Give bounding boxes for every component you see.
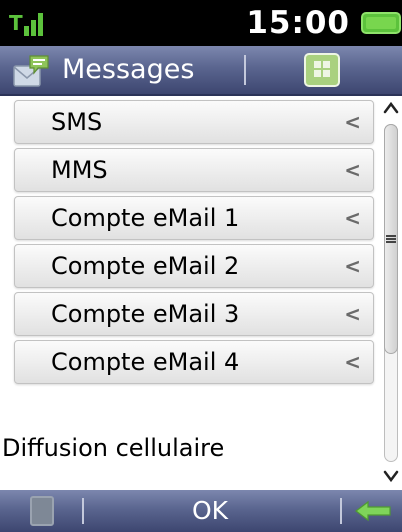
list-item-email-4[interactable]: Compte eMail 4 < [14, 340, 374, 384]
signal-strength-icon: T [9, 11, 43, 36]
list-item-label: MMS [51, 156, 108, 184]
chevron-left-icon: < [344, 254, 361, 278]
scroll-up-arrow-icon[interactable] [382, 96, 400, 120]
messages-app-icon [13, 55, 49, 87]
title-divider [244, 55, 246, 85]
list-item-label: Compte eMail 1 [51, 204, 240, 232]
list-item-label: SMS [51, 108, 103, 136]
grid-menu-glyph [314, 61, 330, 77]
grid-menu-icon[interactable] [304, 53, 340, 87]
ok-button[interactable]: OK [170, 490, 250, 532]
softkey-divider-left [82, 498, 84, 524]
chevron-left-icon: < [344, 158, 361, 182]
softkey-divider-right [340, 498, 342, 524]
left-softkey-icon[interactable] [30, 496, 54, 526]
list-item-email-2[interactable]: Compte eMail 2 < [14, 244, 374, 288]
status-bar: T 15:00 [0, 0, 402, 46]
list-item-cell-broadcast[interactable]: Diffusion cellulaire [2, 428, 224, 468]
softkey-bar: OK [0, 490, 402, 532]
chevron-left-icon: < [344, 110, 361, 134]
scroll-down-arrow-icon[interactable] [382, 464, 400, 488]
chevron-left-icon: < [344, 206, 361, 230]
list-item-email-3[interactable]: Compte eMail 3 < [14, 292, 374, 336]
list-item-label: Compte eMail 3 [51, 300, 240, 328]
battery-icon [361, 12, 401, 34]
list-item-email-1[interactable]: Compte eMail 1 < [14, 196, 374, 240]
clock: 15:00 [246, 5, 350, 41]
back-arrow-icon[interactable] [354, 498, 394, 524]
scrollbar[interactable] [380, 96, 402, 490]
list-item-label: Compte eMail 2 [51, 252, 240, 280]
list-item-mms[interactable]: MMS < [14, 148, 374, 192]
message-list: SMS < MMS < Compte eMail 1 < Compte eMai… [0, 96, 378, 490]
list-item-label: Compte eMail 4 [51, 348, 240, 376]
title-bar: Messages [0, 46, 402, 96]
list-item-sms[interactable]: SMS < [14, 100, 374, 144]
chevron-left-icon: < [344, 350, 361, 374]
page-title: Messages [62, 54, 195, 85]
svg-text:T: T [9, 11, 23, 35]
scroll-grip-icon [386, 235, 396, 243]
chevron-left-icon: < [344, 302, 361, 326]
